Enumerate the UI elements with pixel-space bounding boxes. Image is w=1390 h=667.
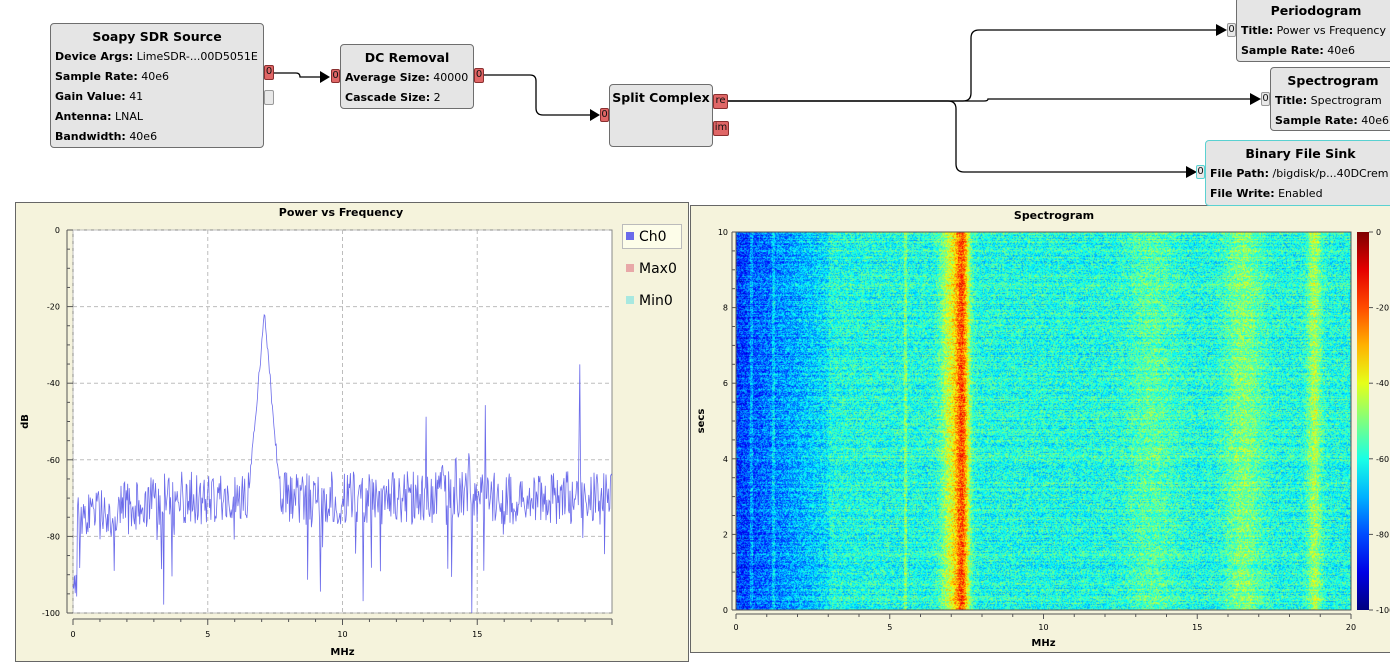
colorbar-label: -80 (1376, 530, 1389, 539)
colorbar-label: -100 (1376, 606, 1390, 615)
param-cascade-size: Cascade Size: 2 (345, 91, 441, 104)
block-title: Soapy SDR Source (92, 29, 222, 44)
wire-dcremoval-split (484, 74, 590, 116)
block-binary-file-sink[interactable]: Binary File Sink File Path: /bigdisk/p..… (1205, 140, 1390, 206)
port-split-out-im[interactable]: im (713, 121, 729, 136)
x-tick-label: 10 (337, 630, 347, 639)
param-title: Title: Spectrogram (1275, 94, 1382, 107)
port-split-in-0[interactable]: 0 (600, 108, 609, 122)
x-tick-label: 20 (1346, 623, 1356, 632)
param-sample-rate: Sample Rate: 40e6 (55, 70, 170, 83)
x-tick-label: 15 (1192, 623, 1202, 632)
legend-item-max0[interactable]: Max0 (626, 261, 677, 277)
colorbar-label: -20 (1376, 304, 1389, 313)
block-split-complex[interactable]: Split Complex (609, 84, 713, 147)
port-spectrogram-in-0[interactable]: 0 (1261, 92, 1270, 106)
param-average-size: Average Size: 40000 (345, 71, 469, 84)
spectrogram-heatmap[interactable] (736, 232, 1351, 610)
colorbar-label: 0 (1376, 228, 1381, 237)
x-tick-label: 10 (1038, 623, 1048, 632)
y-tick-label: 2 (723, 530, 728, 539)
arrow-dcremoval (320, 71, 330, 83)
y-tick-label: 4 (723, 455, 728, 464)
colorbar-label: -60 (1376, 455, 1389, 464)
spectrogram-title: Spectrogram (1013, 209, 1095, 222)
block-spectrogram[interactable]: Spectrogram Title: Spectrogram Sample Ra… (1270, 67, 1390, 131)
block-title: DC Removal (364, 50, 450, 65)
wire-split-periodogram (728, 29, 1216, 102)
spectrogram-panel: Spectrogram 0 2 4 6 8 10 0 5 10 15 20 MHz secs 0 -20 -4… (690, 205, 1390, 653)
x-tick-label: 0 (733, 623, 738, 632)
block-title: Spectrogram (1287, 73, 1379, 88)
port-dcremoval-in-0[interactable]: 0 (331, 69, 340, 83)
legend-swatch-max0 (626, 264, 634, 272)
block-soapy-sdr-source[interactable]: Soapy SDR Source Device Args: LimeSDR-..… (50, 23, 264, 148)
periodogram-panel: Power vs Frequency 0 -20 -40 -60 -80 -100 0 5 10… (15, 202, 689, 662)
legend-item-min0[interactable]: Min0 (626, 293, 673, 309)
y-tick-label: 0 (55, 226, 60, 235)
x-tick-label: 0 (70, 630, 75, 639)
param-gain-value: Gain Value: 41 (55, 90, 144, 103)
colorbar-label: -40 (1376, 379, 1389, 388)
port-filesink-in-0[interactable]: 0 (1196, 165, 1205, 179)
arrow-periodogram (1216, 24, 1227, 36)
port-periodogram-in-0[interactable]: 0 (1227, 23, 1236, 37)
param-antenna: Antenna: LNAL (55, 110, 144, 123)
block-title: Periodogram (1270, 3, 1362, 18)
param-file-path: File Path: /bigdisk/p...40DCrem (1210, 167, 1389, 180)
x-tick-label: 15 (472, 630, 482, 639)
arrow-spectrogram (1250, 93, 1261, 105)
y-axis-label: secs (696, 409, 707, 434)
block-title: Binary File Sink (1245, 146, 1356, 161)
x-axis-label: MHz (330, 647, 354, 658)
block-dc-removal[interactable]: DC Removal Average Size: 40000 Cascade S… (340, 44, 474, 109)
block-title: Split Complex (612, 90, 710, 105)
y-tick-label: 8 (723, 304, 728, 313)
x-tick-label: 5 (205, 630, 210, 639)
y-tick-label: -20 (47, 303, 60, 312)
block-periodogram[interactable]: Periodogram Title: Power vs Frequency Sa… (1236, 0, 1390, 62)
port-soapy-out-1[interactable] (264, 90, 274, 105)
port-soapy-out-0[interactable]: 0 (264, 65, 274, 80)
y-tick-label: 6 (723, 379, 728, 388)
y-tick-label: -40 (47, 379, 60, 388)
arrow-split (590, 109, 600, 121)
param-sample-rate: Sample Rate: 40e6 (1241, 44, 1356, 57)
legend-swatch-ch0 (626, 232, 634, 240)
legend-item-ch0[interactable]: Ch0 (626, 229, 667, 245)
periodogram-chart[interactable]: 0 -20 -40 -60 -80 -100 0 5 10 15 MHz dB (16, 203, 690, 663)
port-dcremoval-out-0[interactable]: 0 (474, 68, 484, 83)
y-axis-label: dB (20, 414, 31, 429)
param-title: Title: Power vs Frequency (1241, 24, 1386, 37)
wire-split-spectrogram (728, 98, 1250, 102)
y-tick-label: 10 (718, 228, 728, 237)
y-tick-label: -80 (47, 532, 60, 541)
x-axis-label: MHz (1031, 638, 1055, 649)
periodogram-legend: Ch0 Max0 Min0 (622, 224, 684, 314)
legend-swatch-min0 (626, 296, 634, 304)
wire-split-filesink (728, 100, 1186, 173)
wire-soapy-dcremoval (274, 72, 320, 78)
param-sample-rate: Sample Rate: 40e6 (1275, 114, 1390, 127)
param-bandwidth: Bandwidth: 40e6 (55, 130, 158, 143)
y-tick-label: -60 (47, 456, 60, 465)
y-tick-label: -100 (42, 609, 60, 618)
colorbar (1357, 232, 1369, 610)
param-device-args: Device Args: LimeSDR-...00D5051E (55, 50, 258, 63)
param-file-write: File Write: Enabled (1210, 187, 1323, 200)
port-split-out-re[interactable]: re (713, 94, 728, 109)
x-tick-label: 5 (887, 623, 892, 632)
y-tick-label: 0 (723, 606, 728, 615)
